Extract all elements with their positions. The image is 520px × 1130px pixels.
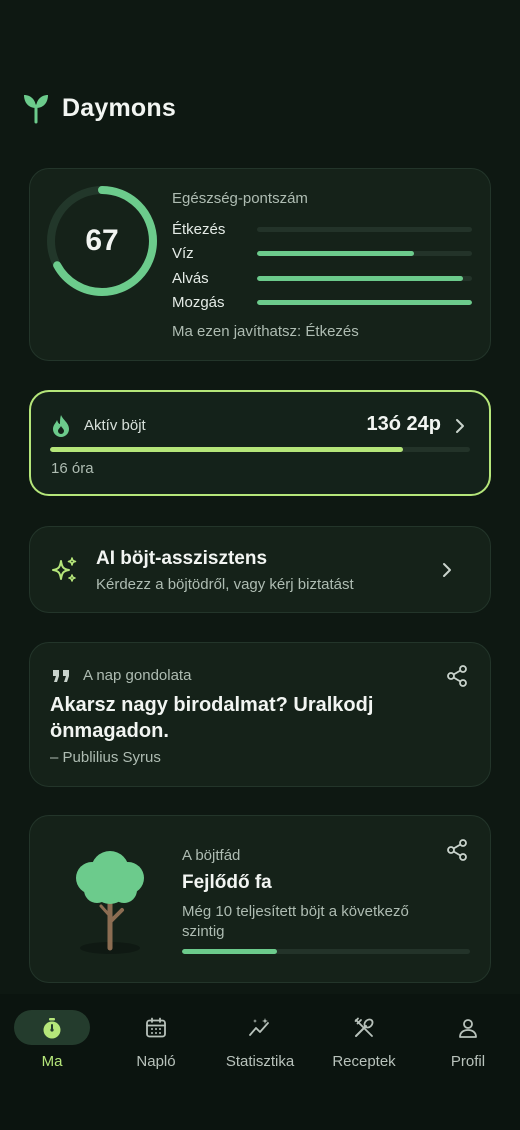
metric-bar xyxy=(257,275,472,281)
health-score-card[interactable]: 67 Egészség-pontszám Étkezés Víz Alvás M… xyxy=(29,168,491,361)
chart-sparkle-icon xyxy=(249,1017,269,1036)
app-header: Daymons xyxy=(22,90,176,126)
metric-bar xyxy=(257,226,472,232)
fast-goal: 16 óra xyxy=(51,460,94,477)
daily-quote-label: A nap gondolata xyxy=(83,667,192,684)
nav-label: Statisztika xyxy=(225,1053,295,1070)
nav-label: Ma xyxy=(41,1053,63,1070)
bottom-navigation: Ma Napló Statisztika Receptek Profil xyxy=(0,994,520,1130)
health-tip: Ma ezen javíthatsz: Étkezés xyxy=(172,323,359,340)
ai-assistant-title: AI böjt-asszisztens xyxy=(96,548,268,569)
fasting-tree-description: Még 10 teljesített böjt a következő szin… xyxy=(182,903,409,940)
chevron-right-icon[interactable] xyxy=(440,561,454,579)
metric-row-sleep: Alvás xyxy=(172,268,472,288)
nav-item-today[interactable]: Ma xyxy=(0,1010,104,1070)
user-icon xyxy=(459,1018,477,1038)
quote-icon xyxy=(53,670,69,682)
nav-item-statistics[interactable]: Statisztika xyxy=(208,1010,312,1070)
fasting-tree-title: Fejlődő fa xyxy=(182,872,272,893)
ai-assistant-card[interactable]: AI böjt-asszisztens Kérdezz a böjtödről,… xyxy=(29,526,491,613)
stopwatch-icon xyxy=(43,1017,61,1038)
metric-row-food: Étkezés xyxy=(172,219,472,239)
daily-quote-text: Akarsz nagy birodalmat? Uralkodj önmagad… xyxy=(50,694,374,742)
metric-row-movement: Mozgás xyxy=(172,292,472,312)
flame-icon xyxy=(53,415,69,437)
nav-label: Napló xyxy=(136,1053,176,1070)
ai-assistant-subtitle: Kérdezz a böjtödről, vagy kérj biztatást xyxy=(96,576,354,593)
metric-label: Étkezés xyxy=(172,220,226,238)
tree-progress-bar xyxy=(182,949,470,954)
share-icon[interactable] xyxy=(446,838,468,862)
nav-item-recipes[interactable]: Receptek xyxy=(312,1010,416,1070)
metric-bar xyxy=(257,299,472,305)
nav-active-indicator xyxy=(14,1010,90,1045)
active-fast-card[interactable]: Aktív böjt 13ó 24p 16 óra xyxy=(29,390,491,496)
nav-item-journal[interactable]: Napló xyxy=(104,1010,208,1070)
daily-quote-author: – Publilius Syrus xyxy=(50,749,161,766)
fast-progress-bar xyxy=(50,447,470,452)
metric-label: Alvás xyxy=(172,269,209,287)
nav-label: Receptek xyxy=(332,1053,396,1070)
sprout-icon xyxy=(24,95,48,124)
calendar-icon xyxy=(146,1017,166,1037)
utensils-icon xyxy=(354,1017,374,1037)
sparkles-icon xyxy=(52,557,77,582)
metric-row-water: Víz xyxy=(172,243,472,263)
daily-quote-card: A nap gondolata Akarsz nagy birodalmat? … xyxy=(29,642,491,787)
tree-illustration xyxy=(76,851,144,954)
health-score-title: Egészség-pontszám xyxy=(172,190,308,207)
metric-label: Mozgás xyxy=(172,293,225,311)
nav-item-profile[interactable]: Profil xyxy=(416,1010,520,1070)
share-icon[interactable] xyxy=(446,664,468,688)
chevron-right-icon[interactable] xyxy=(453,417,467,435)
fasting-tree-label: A böjtfád xyxy=(182,847,241,864)
metric-label: Víz xyxy=(172,244,194,262)
active-fast-elapsed: 13ó 24p xyxy=(366,413,441,435)
nav-label: Profil xyxy=(450,1053,486,1070)
app-title: Daymons xyxy=(62,93,176,122)
fasting-tree-card[interactable]: A böjtfád Fejlődő fa Még 10 teljesített … xyxy=(29,815,491,983)
metric-bar xyxy=(257,250,472,256)
health-score-value: 67 xyxy=(85,224,119,257)
active-fast-label: Aktív böjt xyxy=(84,417,146,434)
